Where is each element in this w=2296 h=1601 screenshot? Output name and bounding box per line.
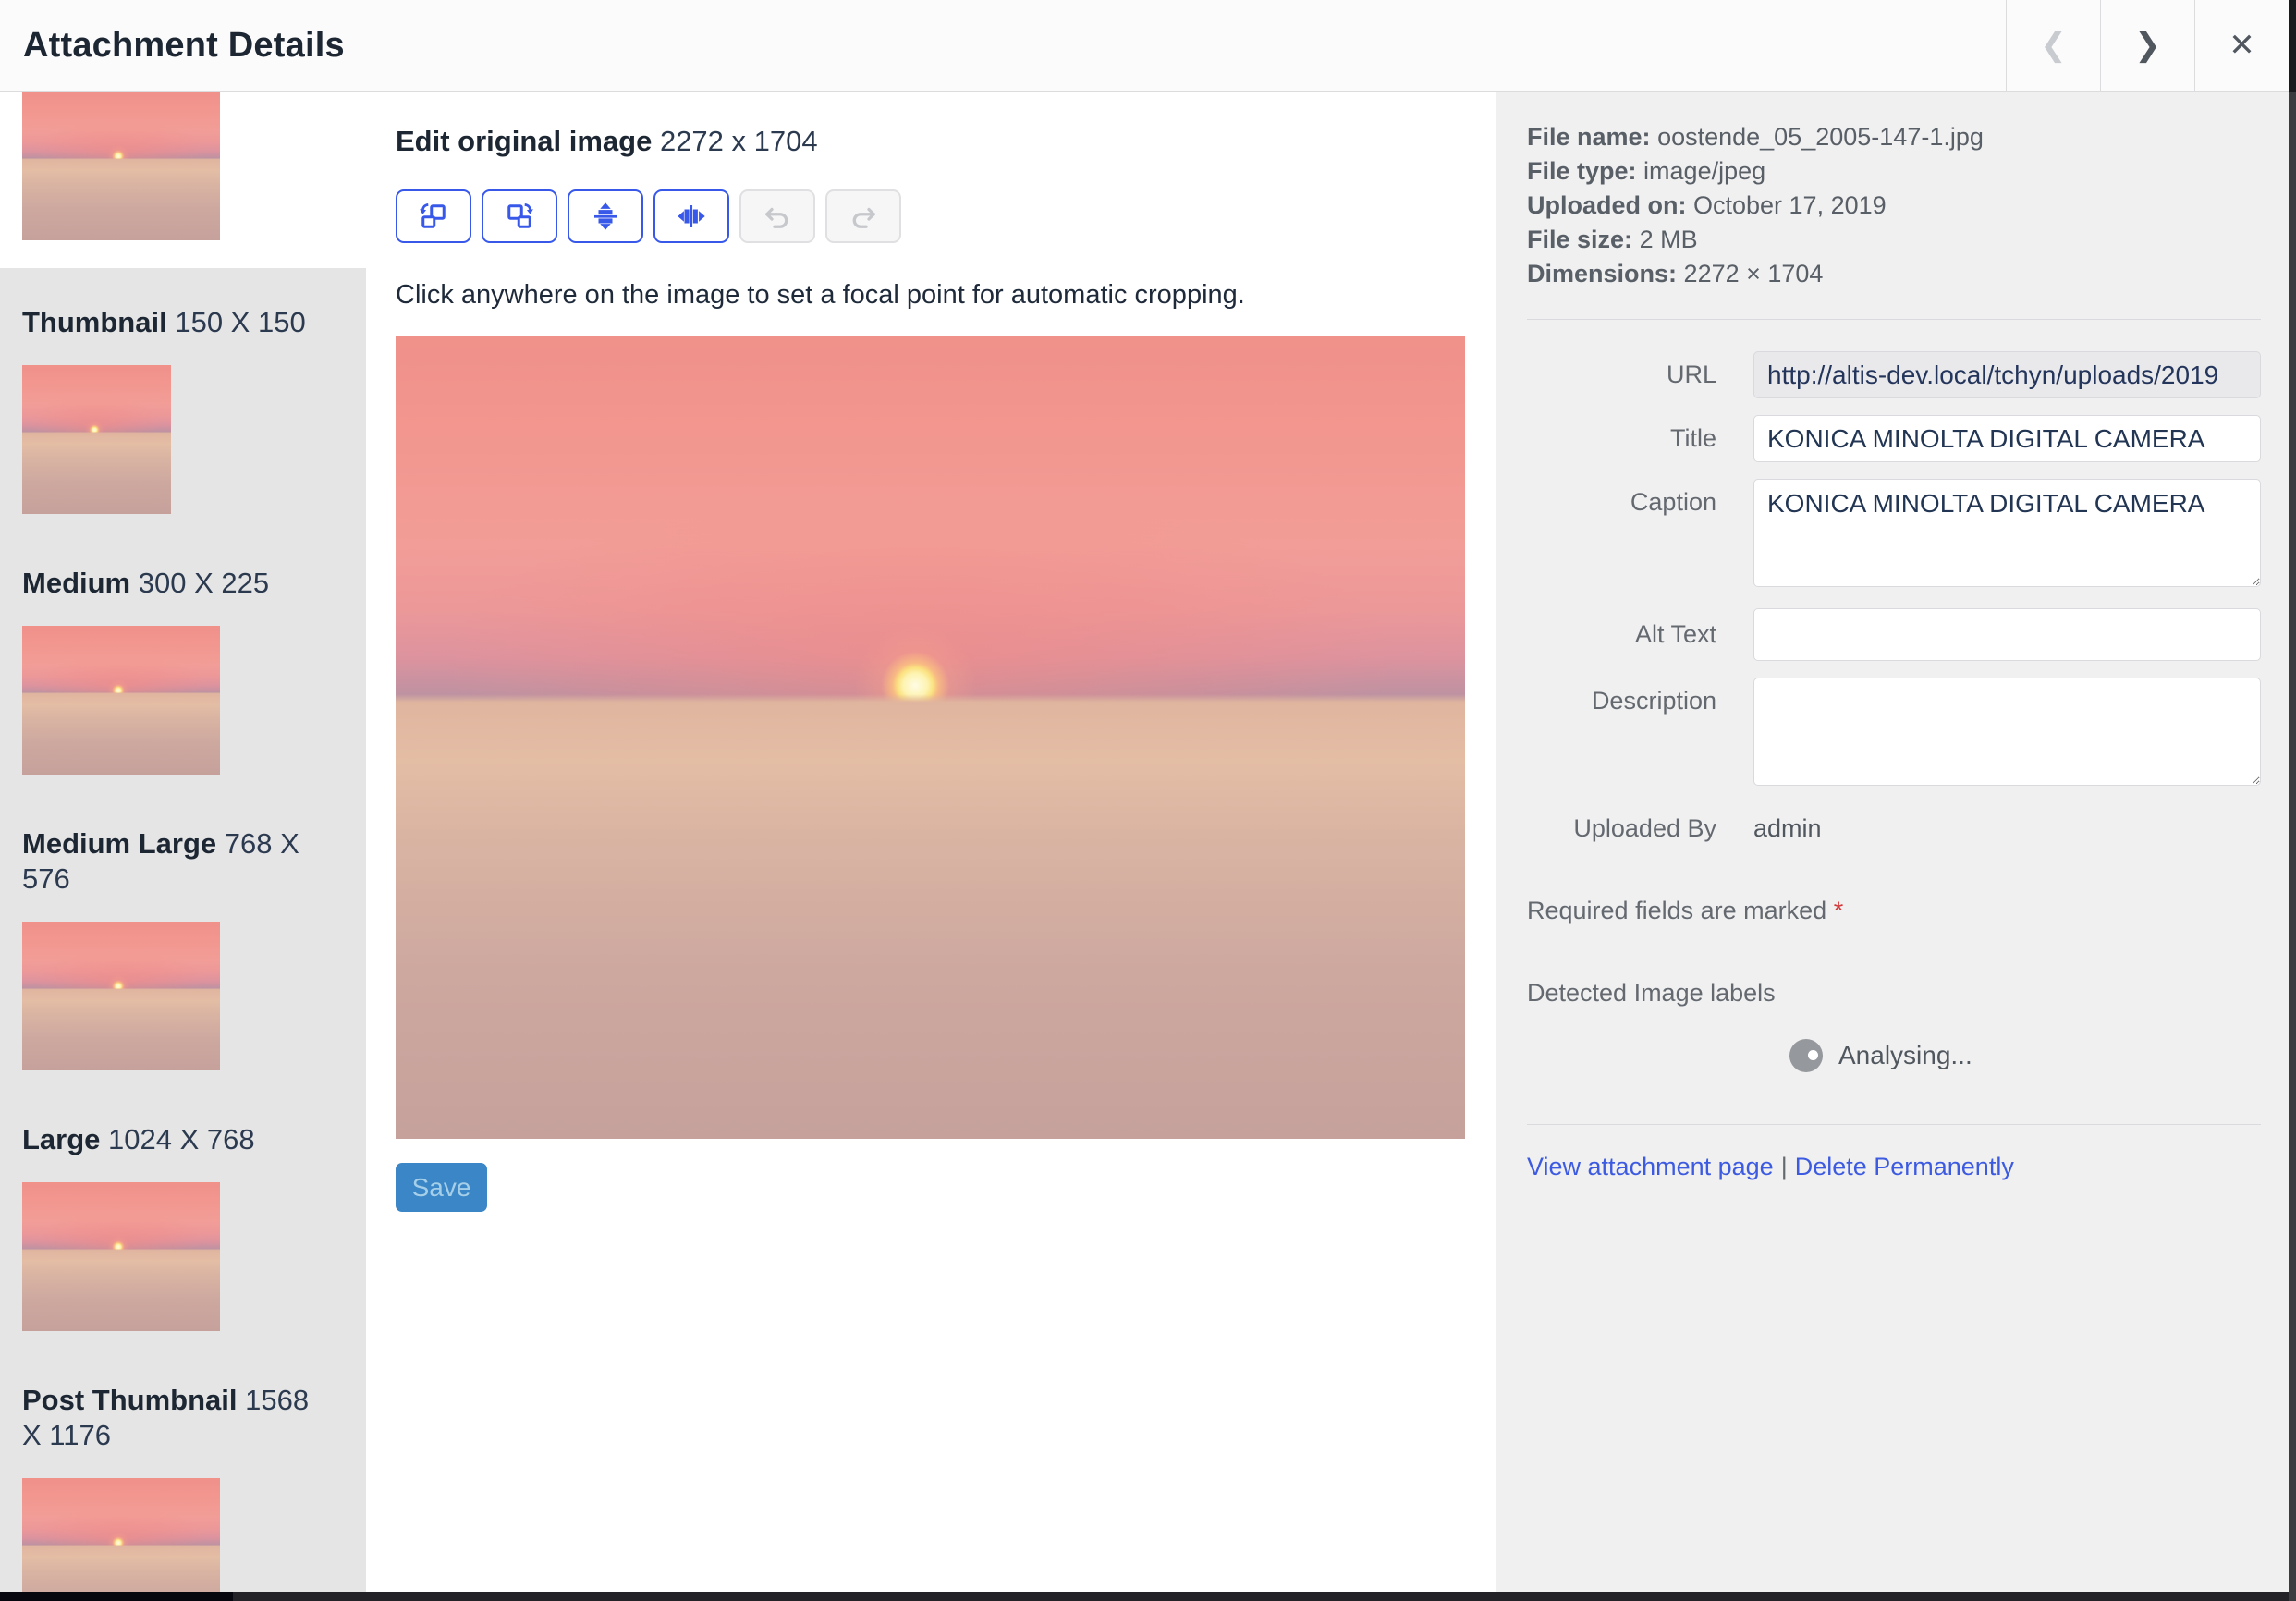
size-dimensions: 1024 X 768 [108, 1123, 255, 1155]
rotate-right-button[interactable] [482, 189, 557, 243]
file-info: File name: oostende_05_2005-147-1.jpg Fi… [1527, 120, 2261, 291]
attachment-fields-form: URL Title Caption KONICA MINOLTA DIGITAL… [1527, 351, 2261, 843]
editor-original-dimensions: 2272 x 1704 [659, 125, 818, 157]
attachment-details-modal: Attachment Details ❮ ❯ ✕ Thumbnail 150 X… [0, 0, 2296, 1601]
detected-labels-heading: Detected Image labels [1527, 979, 1776, 1007]
spinner-icon [1789, 1039, 1823, 1072]
edit-toolbar [396, 189, 1465, 243]
size-thumbnail-image [22, 92, 220, 240]
size-thumbnail-image [22, 1182, 220, 1331]
view-attachment-page-link[interactable]: View attachment page [1527, 1153, 1774, 1180]
file-name-row: File name: oostende_05_2005-147-1.jpg [1527, 123, 1984, 151]
uploaded-by-value: admin [1753, 814, 1822, 842]
rotate-right-icon [507, 203, 533, 228]
size-name: Medium Large [22, 827, 217, 860]
analysing-text: Analysing... [1838, 1041, 1972, 1069]
size-name: Large [22, 1123, 101, 1155]
size-entry-medium-large: Medium Large 768 X 576 [22, 826, 344, 1070]
attachment-details-panel: File name: oostende_05_2005-147-1.jpg Fi… [1496, 92, 2289, 1601]
flip-vertical-icon [594, 202, 617, 230]
size-dimensions: 300 X 225 [138, 567, 270, 599]
focal-point-instruction: Click anywhere on the image to set a foc… [396, 280, 1245, 310]
size-name: Post Thumbnail [22, 1384, 238, 1416]
title-label: Title [1669, 424, 1716, 452]
divider [1527, 319, 2261, 320]
undo-icon [765, 207, 788, 228]
size-list: Thumbnail 150 X 150 Medium 300 X 225 Med… [0, 268, 366, 1601]
uploaded-by-row: Uploaded By admin [1527, 814, 2261, 843]
required-fields-note: Required fields are marked * [1527, 897, 1844, 924]
scrollbar-cap [2289, 0, 2296, 92]
flip-horizontal-button[interactable] [653, 189, 729, 243]
edit-preview-image[interactable] [396, 336, 1465, 1139]
description-textarea[interactable] [1753, 678, 2261, 786]
close-icon: ✕ [2229, 27, 2255, 64]
alt-text-label: Alt Text [1634, 620, 1716, 648]
window-bottom-edge [0, 1592, 2289, 1601]
alt-text-input[interactable] [1753, 608, 2261, 661]
page-title: Attachment Details [23, 25, 345, 65]
size-thumbnail-image [22, 365, 171, 514]
bottom-edge-segment [0, 1592, 233, 1601]
uploaded-on-row: Uploaded on: October 17, 2019 [1527, 191, 1887, 219]
close-button[interactable]: ✕ [2194, 0, 2289, 91]
redo-icon [852, 207, 875, 228]
flip-horizontal-icon [678, 205, 705, 227]
url-input[interactable] [1753, 351, 2261, 398]
image-editor-panel: Edit original image 2272 x 1704 Click an… [366, 92, 1496, 1601]
size-entry-post-thumbnail: Post Thumbnail 1568 X 1176 [22, 1383, 344, 1601]
chevron-right-icon: ❯ [2134, 27, 2161, 64]
alt-text-row: Alt Text [1527, 608, 2261, 661]
dimensions-row: Dimensions: 2272 × 1704 [1527, 260, 1824, 287]
previous-attachment-button[interactable]: ❮ [2006, 0, 2100, 91]
modal-nav: ❮ ❯ ✕ [2006, 0, 2289, 91]
description-row: Description [1527, 678, 2261, 790]
attachment-actions: View attachment page | Delete Permanently [1527, 1153, 2261, 1181]
size-thumbnail-image [22, 626, 220, 775]
rotate-left-button[interactable] [396, 189, 471, 243]
window-scrollbar[interactable] [2289, 0, 2296, 1601]
analysing-status: Analysing... [1789, 1039, 2261, 1072]
image-sizes-sidebar: Thumbnail 150 X 150 Medium 300 X 225 Med… [0, 92, 366, 1601]
file-size-row: File size: 2 MB [1527, 226, 1698, 253]
undo-button[interactable] [739, 189, 815, 243]
link-separator: | [1780, 1153, 1788, 1180]
caption-textarea[interactable]: KONICA MINOLTA DIGITAL CAMERA [1753, 479, 2261, 587]
redo-button[interactable] [825, 189, 901, 243]
chevron-left-icon: ❮ [2040, 27, 2067, 64]
url-row: URL [1527, 351, 2261, 398]
caption-row: Caption KONICA MINOLTA DIGITAL CAMERA [1527, 479, 2261, 592]
title-input[interactable] [1753, 415, 2261, 462]
uploaded-by-label: Uploaded By [1573, 814, 1716, 842]
url-label: URL [1666, 361, 1716, 388]
description-label: Description [1591, 687, 1716, 715]
delete-permanently-link[interactable]: Delete Permanently [1795, 1153, 2014, 1180]
size-entry-medium: Medium 300 X 225 [22, 566, 344, 775]
size-dimensions: 150 X 150 [175, 306, 306, 338]
size-entry-thumbnail: Thumbnail 150 X 150 [22, 305, 344, 514]
rotate-left-icon [420, 203, 446, 228]
divider [1527, 1124, 2261, 1125]
required-asterisk: * [1833, 897, 1844, 924]
size-thumbnail-image [22, 1478, 220, 1601]
size-entry-large: Large 1024 X 768 [22, 1122, 344, 1331]
modal-header: Attachment Details ❮ ❯ ✕ [0, 0, 2289, 92]
size-name: Medium [22, 567, 131, 599]
size-thumbnail-image [22, 922, 220, 1070]
editor-heading: Edit original image [396, 125, 653, 157]
file-type-row: File type: image/jpeg [1527, 157, 1766, 185]
flip-vertical-button[interactable] [568, 189, 643, 243]
save-button[interactable]: Save [396, 1163, 487, 1212]
next-attachment-button[interactable]: ❯ [2100, 0, 2194, 91]
modal-body: Thumbnail 150 X 150 Medium 300 X 225 Med… [0, 92, 2289, 1601]
modal-chrome: Attachment Details ❮ ❯ ✕ Thumbnail 150 X… [0, 0, 2289, 1601]
caption-label: Caption [1630, 488, 1716, 516]
size-entry-partial [0, 92, 366, 268]
size-name: Thumbnail [22, 306, 167, 338]
title-row: Title [1527, 415, 2261, 462]
